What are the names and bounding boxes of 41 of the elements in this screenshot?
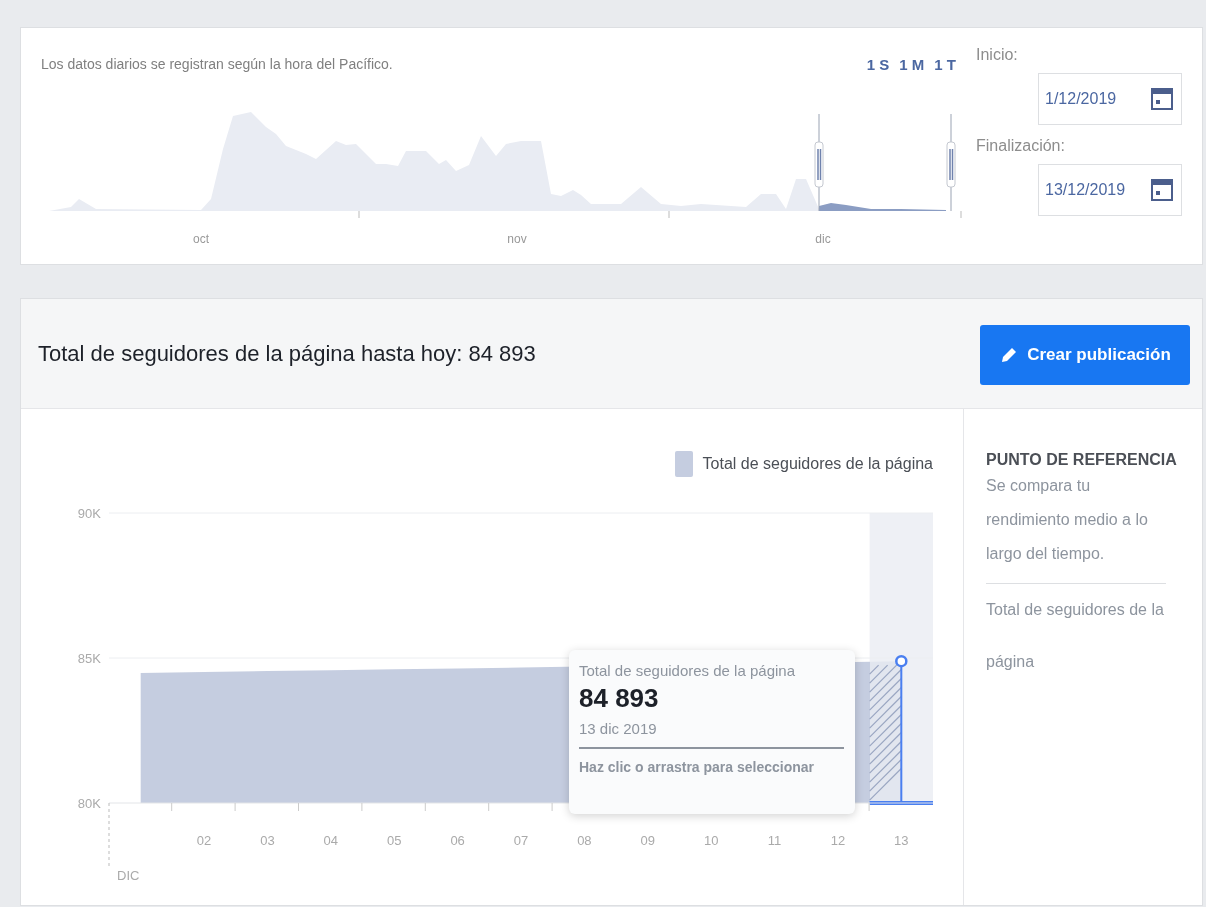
y-axis-label: 80K	[77, 796, 101, 811]
tooltip-value: 84 893	[579, 683, 660, 714]
x-axis-label: 09	[640, 833, 655, 848]
date-label: Inicio:	[976, 46, 1019, 65]
benchmark-metric: Total de seguidores de la página	[986, 600, 1165, 672]
month-label: dic	[815, 232, 831, 246]
x-axis-label: 08	[577, 833, 592, 848]
range-button[interactable]: 1 T	[932, 55, 958, 73]
date-field[interactable]: 13/12/2019	[1038, 164, 1182, 216]
x-axis-label: 05	[387, 833, 402, 848]
create-post-button[interactable]: Crear publicación	[980, 324, 1190, 385]
x-axis-label: 02	[196, 833, 212, 848]
month-label: nov	[507, 232, 527, 246]
y-axis-label: 85K	[77, 651, 101, 666]
timezone-note: Los datos diarios se registran según la hora del Pacífico.	[41, 56, 393, 72]
tooltip-date: 13 dic 2019	[579, 720, 844, 749]
x-axis-label: 11	[767, 833, 782, 848]
followers-total-title: Total de seguidores de la página hasta hoy: 84 893	[38, 340, 536, 367]
x-axis-label: 13	[894, 833, 909, 848]
x-axis-label: 04	[323, 833, 339, 848]
x-axis-label: 12	[830, 833, 846, 848]
x-axis-label: 03	[260, 833, 275, 848]
range-handle[interactable]	[946, 113, 956, 212]
benchmark-title: PUNTO DE REFERENCIA	[986, 451, 1178, 469]
calendar-icon[interactable]	[1151, 179, 1173, 201]
date-field[interactable]: 1/12/2019	[1038, 73, 1182, 125]
month-label: oct	[193, 232, 209, 246]
tooltip-title: Total de seguidores de la página	[579, 662, 796, 679]
range-button[interactable]: 1 M	[897, 55, 927, 73]
tooltip-hint: Haz clic o arrastra para seleccionar	[579, 759, 816, 775]
benchmark-description: Se compara tu rendimiento medio a lo largo del tiempo.	[986, 469, 1166, 584]
range-handle[interactable]	[814, 113, 824, 212]
range-button[interactable]: 1 S	[864, 55, 892, 73]
month-label: DIC	[117, 868, 140, 883]
y-axis-label: 90K	[77, 506, 101, 521]
date-label: Finalización:	[976, 137, 1066, 156]
x-axis-label: 07	[513, 833, 529, 848]
x-axis-label: 10	[703, 833, 719, 848]
calendar-icon[interactable]	[1151, 88, 1173, 110]
x-axis-label: 06	[450, 833, 465, 848]
legend-label: Total de seguidores de la página	[702, 455, 933, 473]
